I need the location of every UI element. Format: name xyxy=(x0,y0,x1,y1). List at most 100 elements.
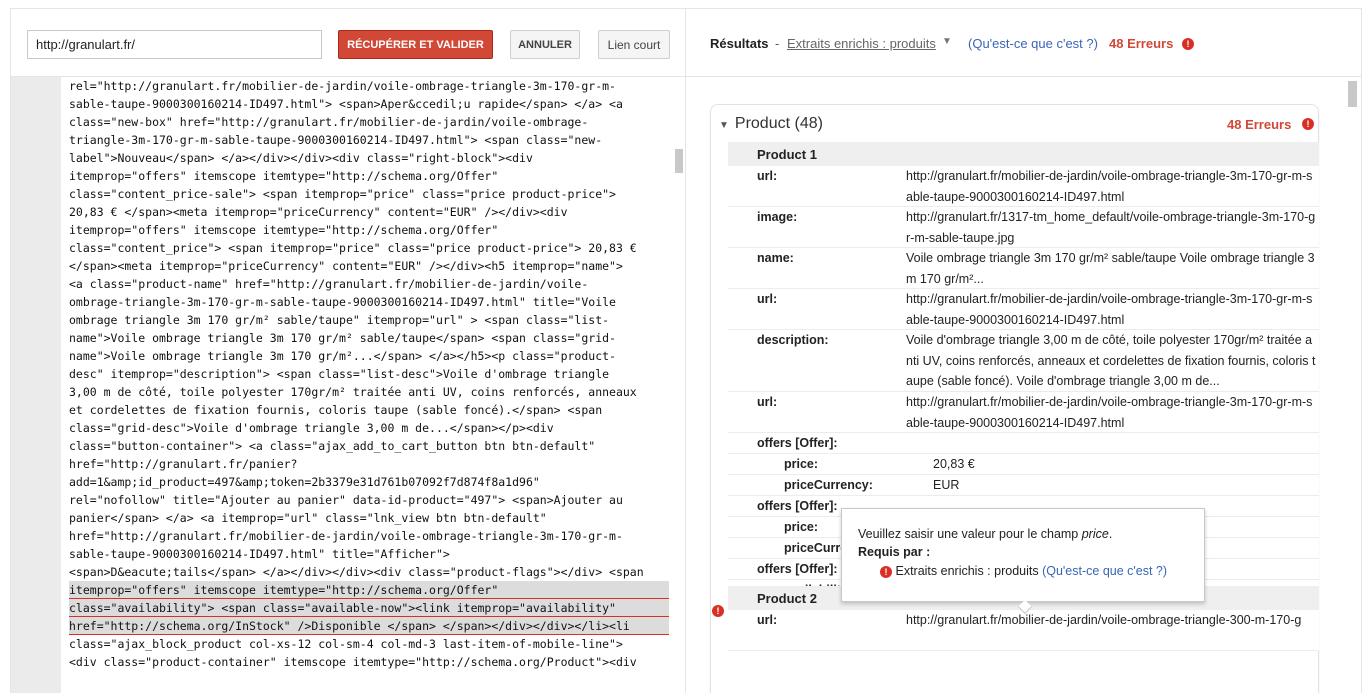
source-pane: RÉCUPÉRER ET VALIDER ANNULER Lien court … xyxy=(10,8,686,693)
code-line: panier</span> </a> <a itemprop="url" cla… xyxy=(69,511,547,525)
error-icon: ! xyxy=(1182,38,1194,50)
code-line: href="http://granulart.fr/panier? xyxy=(69,457,298,471)
property-value: http://granulart.fr/mobilier-de-jardin/v… xyxy=(906,169,1313,204)
property-row[interactable]: priceCurrency: EUR xyxy=(728,475,1319,496)
property-key: url: xyxy=(757,169,778,183)
property-value: http://granulart.fr/1317-tm_home_default… xyxy=(906,210,1316,245)
property-key: image: xyxy=(757,210,798,224)
property-value: http://granulart.fr/mobilier-de-jardin/v… xyxy=(906,613,1302,627)
property-key: url: xyxy=(757,395,778,409)
code-line: class="availability"> <span class="avail… xyxy=(69,599,669,617)
property-value: Voile ombrage triangle 3m 170 gr/m² sabl… xyxy=(906,251,1315,286)
code-line: itemprop="offers" itemscope itemtype="ht… xyxy=(69,223,499,237)
property-row[interactable]: image: http://granulart.fr/1317-tm_home_d… xyxy=(728,207,1319,248)
property-key: name: xyxy=(757,251,794,265)
source-code[interactable]: rel="http://granulart.fr/mobilier-de-jar… xyxy=(69,77,669,671)
results-title: Résultats xyxy=(710,36,769,51)
property-row[interactable]: url: http://granulart.fr/mobilier-de-jard… xyxy=(728,392,1319,433)
property-key: offers [Offer]: xyxy=(757,499,838,513)
product-card-heading: Product (48) xyxy=(734,115,823,132)
property-row[interactable]: url: http://granulart.fr/mobilier-de-jard… xyxy=(728,289,1319,330)
property-row[interactable]: offers [Offer]: xyxy=(728,433,1319,454)
code-line: class="ajax_block_product col-xs-12 col-… xyxy=(69,637,623,651)
code-line: <span>D&eacute;tails</span> </a></div></… xyxy=(69,565,644,579)
property-row[interactable]: url: http://granulart.fr/mobilier-de-jard… xyxy=(728,166,1319,207)
code-line: triangle-3m-170-gr-m-sable-taupe-9000300… xyxy=(69,133,603,147)
code-line: itemprop="offers" itemscope itemtype="ht… xyxy=(69,169,499,183)
line-gutter xyxy=(11,77,61,693)
code-line: add=1&amp;id_product=497&amp;token=2b337… xyxy=(69,475,540,489)
error-icon: ! xyxy=(880,566,892,578)
property-key: description: xyxy=(757,333,829,347)
code-editor[interactable]: rel="http://granulart.fr/mobilier-de-jar… xyxy=(11,77,685,693)
code-line: 3,00 m de côté, toile polyester 170gr/m²… xyxy=(69,385,637,399)
code-line: </span><meta itemprop="priceCurrency" co… xyxy=(69,259,623,273)
card-error-count: 48 Erreurs xyxy=(1227,117,1292,132)
tooltip-help-link[interactable]: (Qu'est-ce que c'est ?) xyxy=(1042,564,1167,578)
tooltip-requirement: ! Extraits enrichis : produits (Qu'est-c… xyxy=(880,564,1167,578)
code-line: class="button-container"> <a class="ajax… xyxy=(69,439,596,453)
code-line: name">Voile ombrage triangle 3m 170 gr/m… xyxy=(69,331,616,345)
code-line: 20,83 € </span><meta itemprop="priceCurr… xyxy=(69,205,568,219)
cancel-button[interactable]: ANNULER xyxy=(510,30,580,59)
code-line: class="content_price"> <span itemprop="p… xyxy=(69,241,637,255)
source-toolbar: RÉCUPÉRER ET VALIDER ANNULER Lien court xyxy=(11,9,685,77)
property-value: EUR xyxy=(933,478,960,492)
fetch-validate-button[interactable]: RÉCUPÉRER ET VALIDER xyxy=(338,30,493,59)
property-key: price: xyxy=(784,457,819,471)
tooltip-requirement-text: Extraits enrichis : produits xyxy=(895,564,1039,578)
code-line: sable-taupe-9000300160214-ID497.html"> <… xyxy=(69,97,623,111)
code-line: rel="http://granulart.fr/mobilier-de-jar… xyxy=(69,79,616,93)
code-line: name">Voile ombrage triangle 3m 170 gr/m… xyxy=(69,349,616,363)
property-value: 20,83 € xyxy=(933,457,975,471)
property-key: offers [Offer]: xyxy=(757,436,838,450)
url-input[interactable] xyxy=(27,30,322,59)
code-line: class="new-box" href="http://granulart.f… xyxy=(69,115,589,129)
code-line: ombrage triangle 3m 170 gr/m² sable/taup… xyxy=(69,313,610,327)
property-value: Voile d'ombrage triangle 3,00 m de côté,… xyxy=(906,333,1316,388)
error-icon: ! xyxy=(712,605,724,617)
tooltip-message-text: Veuillez saisir une valeur pour le champ xyxy=(858,527,1082,541)
code-line: itemprop="offers" itemscope itemtype="ht… xyxy=(69,581,669,599)
results-header: Résultats - Extraits enrichis : produits… xyxy=(686,9,1361,77)
results-scrollbar[interactable] xyxy=(1348,81,1357,107)
code-line: href="http://schema.org/InStock" />Dispo… xyxy=(69,617,669,635)
tooltip-message: Veuillez saisir une valeur pour le champ… xyxy=(858,527,1112,541)
property-value: http://granulart.fr/mobilier-de-jardin/v… xyxy=(906,292,1313,327)
property-key: price: xyxy=(784,520,819,534)
property-row[interactable]: price: 20,83 € xyxy=(728,454,1319,475)
tooltip-message-end: . xyxy=(1108,527,1113,541)
property-key: offers [Offer]: xyxy=(757,562,838,576)
code-line: label">Nouveau</span> </a></div></div><d… xyxy=(69,151,533,165)
code-line: et cordelettes de fixation fournis, colo… xyxy=(69,403,603,417)
results-separator: - xyxy=(775,36,780,51)
property-key: priceCurrency: xyxy=(784,478,873,492)
product-card: ▼ Product (48) 48 Erreurs ! Product 1 url… xyxy=(710,104,1319,693)
error-icon: ! xyxy=(1302,118,1314,130)
short-link-button[interactable]: Lien court xyxy=(598,30,670,59)
structured-data-testing-tool: RÉCUPÉRER ET VALIDER ANNULER Lien court … xyxy=(0,0,1372,693)
error-count: 48 Erreurs xyxy=(1109,36,1174,51)
error-tooltip: Veuillez saisir une valeur pour le champ… xyxy=(841,508,1205,615)
product-group-title: Product 1 xyxy=(728,142,1319,166)
property-row[interactable]: name: Voile ombrage triangle 3m 170 gr/m²… xyxy=(728,248,1319,289)
help-link[interactable]: (Qu'est-ce que c'est ?) xyxy=(968,36,1098,51)
editor-scrollbar[interactable] xyxy=(675,149,683,173)
tooltip-field-name: price xyxy=(1081,527,1109,541)
property-key: url: xyxy=(757,292,778,306)
chevron-down-icon[interactable]: ▼ xyxy=(942,36,952,47)
property-row[interactable]: url: http://granulart.fr/mobilier-de-jard… xyxy=(728,610,1319,651)
property-value: http://granulart.fr/mobilier-de-jardin/v… xyxy=(906,395,1313,430)
tooltip-required-by: Requis par : xyxy=(858,545,931,559)
property-row[interactable]: description: Voile d'ombrage triangle 3,0… xyxy=(728,330,1319,392)
expand-triangle-icon[interactable]: ▼ xyxy=(719,120,729,131)
result-type-dropdown[interactable]: Extraits enrichis : produits xyxy=(787,36,936,51)
product-card-toggle[interactable]: ▼ Product (48) xyxy=(719,115,823,133)
code-line: sable-taupe-9000300160214-ID497.html" ti… xyxy=(69,547,450,561)
code-line: href="http://granulart.fr/mobilier-de-ja… xyxy=(69,529,623,543)
code-line: class="content_price-sale"> <span itempr… xyxy=(69,187,616,201)
code-line: desc" itemprop="description"> <span clas… xyxy=(69,367,610,381)
code-line: ombrage-triangle-3m-170-gr-m-sable-taupe… xyxy=(69,295,616,309)
code-line: class="grid-desc">Voile d'ombrage triang… xyxy=(69,421,554,435)
code-line: <div class="product-container" itemscope… xyxy=(69,655,637,669)
